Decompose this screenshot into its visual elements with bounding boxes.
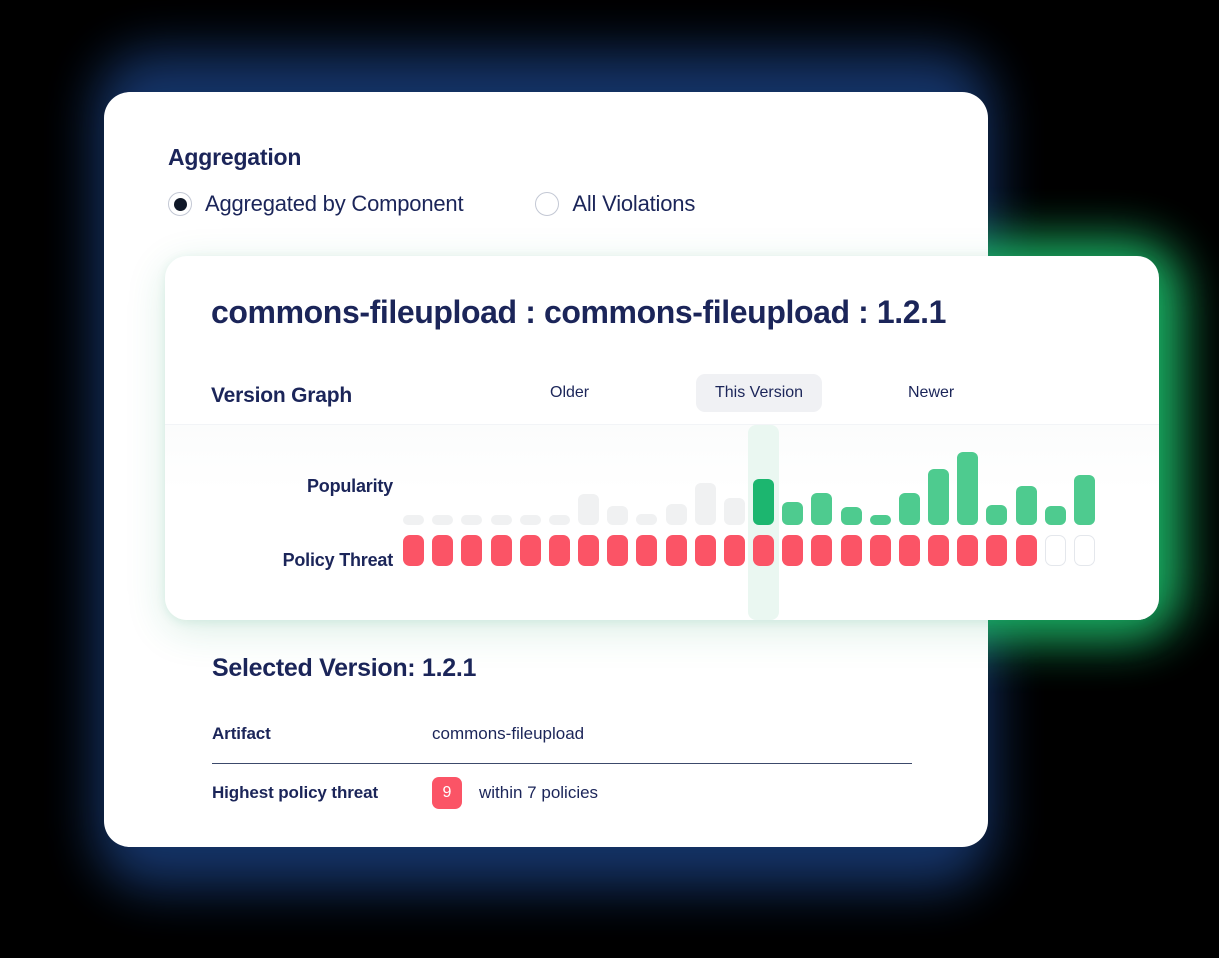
- policy-threat-cell[interactable]: [607, 535, 629, 566]
- policy-threat-cell[interactable]: [548, 535, 570, 566]
- popularity-bar[interactable]: [811, 493, 833, 525]
- popularity-bar[interactable]: [869, 515, 891, 525]
- selected-version-details: Selected Version: 1.2.1 Artifact commons…: [212, 654, 912, 822]
- tab-newer[interactable]: Newer: [889, 374, 973, 412]
- selected-version-title: Selected Version: 1.2.1: [212, 654, 477, 682]
- policy-threat-cell[interactable]: [636, 535, 658, 566]
- detail-row-highest-policy-threat: Highest policy threat 9 within 7 policie…: [212, 763, 912, 822]
- row-label-popularity: Popularity: [306, 476, 393, 496]
- version-graph-header: Version Graph Older This Version Newer: [211, 374, 1127, 422]
- popularity-bar[interactable]: [490, 515, 512, 525]
- popularity-bar[interactable]: [898, 493, 920, 525]
- popularity-bar[interactable]: [840, 506, 862, 525]
- popularity-bar[interactable]: [461, 515, 483, 525]
- popularity-bar[interactable]: [1073, 475, 1095, 525]
- radio-aggregated-by-component[interactable]: Aggregated by Component: [168, 191, 464, 217]
- policy-threat-cell[interactable]: [840, 535, 862, 566]
- popularity-bar[interactable]: [519, 515, 541, 525]
- popularity-bar[interactable]: [607, 505, 629, 525]
- policy-threat-cell[interactable]: [898, 535, 920, 566]
- popularity-bar[interactable]: [782, 501, 804, 525]
- popularity-bar[interactable]: [753, 478, 775, 525]
- aggregation-section: Aggregation Aggregated by Component All …: [168, 144, 695, 217]
- popularity-bar[interactable]: [403, 515, 425, 525]
- radio-unchecked-icon[interactable]: [535, 192, 560, 216]
- policy-threat-cell[interactable]: [1073, 535, 1095, 566]
- popularity-bar-row: [399, 425, 1099, 525]
- chart-plot-area: [399, 425, 1099, 620]
- popularity-bar[interactable]: [928, 469, 950, 525]
- policy-threat-cell-row: [399, 535, 1099, 569]
- aggregation-title: Aggregation: [168, 144, 302, 170]
- popularity-bar[interactable]: [636, 514, 658, 525]
- policy-threat-cell[interactable]: [782, 535, 804, 566]
- aggregation-options: Aggregated by Component All Violations: [168, 191, 695, 217]
- policy-threat-cell[interactable]: [723, 535, 745, 566]
- popularity-bar[interactable]: [1015, 485, 1037, 525]
- policy-threat-cell[interactable]: [957, 535, 979, 566]
- popularity-bar[interactable]: [1044, 505, 1066, 525]
- policy-threat-cell[interactable]: [811, 535, 833, 566]
- policy-threat-cell[interactable]: [578, 535, 600, 566]
- radio-label-all-violations: All Violations: [572, 191, 696, 216]
- policy-threat-cell[interactable]: [869, 535, 891, 566]
- policy-threat-cell[interactable]: [490, 535, 512, 566]
- component-title: commons-fileupload : commons-fileupload …: [211, 294, 947, 330]
- detail-value-highest-policy-threat: 9 within 7 policies: [432, 777, 598, 809]
- tab-this-version[interactable]: This Version: [696, 374, 823, 412]
- policy-threat-cell[interactable]: [519, 535, 541, 566]
- version-graph-label: Version Graph: [211, 384, 352, 407]
- popularity-bar[interactable]: [957, 452, 979, 525]
- threat-score-badge: 9: [432, 777, 462, 809]
- radio-all-violations[interactable]: All Violations: [535, 191, 695, 217]
- popularity-bar[interactable]: [578, 494, 600, 525]
- policy-threat-cell[interactable]: [694, 535, 716, 566]
- row-label-policy-threat: Policy Threat: [282, 550, 394, 570]
- threat-policies-text: within 7 policies: [479, 783, 599, 802]
- policy-threat-cell[interactable]: [986, 535, 1008, 566]
- version-graph-card: commons-fileupload : commons-fileupload …: [165, 256, 1159, 620]
- popularity-bar[interactable]: [986, 504, 1008, 525]
- popularity-bar[interactable]: [665, 503, 687, 525]
- popularity-bar[interactable]: [723, 498, 745, 525]
- policy-threat-cell[interactable]: [928, 535, 950, 566]
- detail-key-artifact: Artifact: [212, 724, 271, 743]
- radio-checked-icon[interactable]: [168, 192, 192, 216]
- policy-threat-cell[interactable]: [665, 535, 687, 566]
- tab-older[interactable]: Older: [531, 374, 608, 412]
- popularity-bar[interactable]: [432, 515, 454, 525]
- radio-label-aggregated-by-component: Aggregated by Component: [205, 191, 464, 216]
- popularity-bar[interactable]: [548, 515, 570, 525]
- popularity-bar[interactable]: [694, 482, 716, 525]
- policy-threat-cell[interactable]: [1015, 535, 1037, 566]
- policy-threat-cell[interactable]: [461, 535, 483, 566]
- policy-threat-cell[interactable]: [753, 535, 775, 566]
- policy-threat-cell[interactable]: [1044, 535, 1066, 566]
- detail-row-artifact: Artifact commons-fileupload: [212, 705, 912, 763]
- policy-threat-cell[interactable]: [432, 535, 454, 566]
- detail-value-artifact: commons-fileupload: [432, 724, 585, 743]
- version-chart: Popularity Policy Threat: [165, 425, 1159, 620]
- detail-key-highest-policy-threat: Highest policy threat: [212, 783, 379, 802]
- policy-threat-cell[interactable]: [403, 535, 425, 566]
